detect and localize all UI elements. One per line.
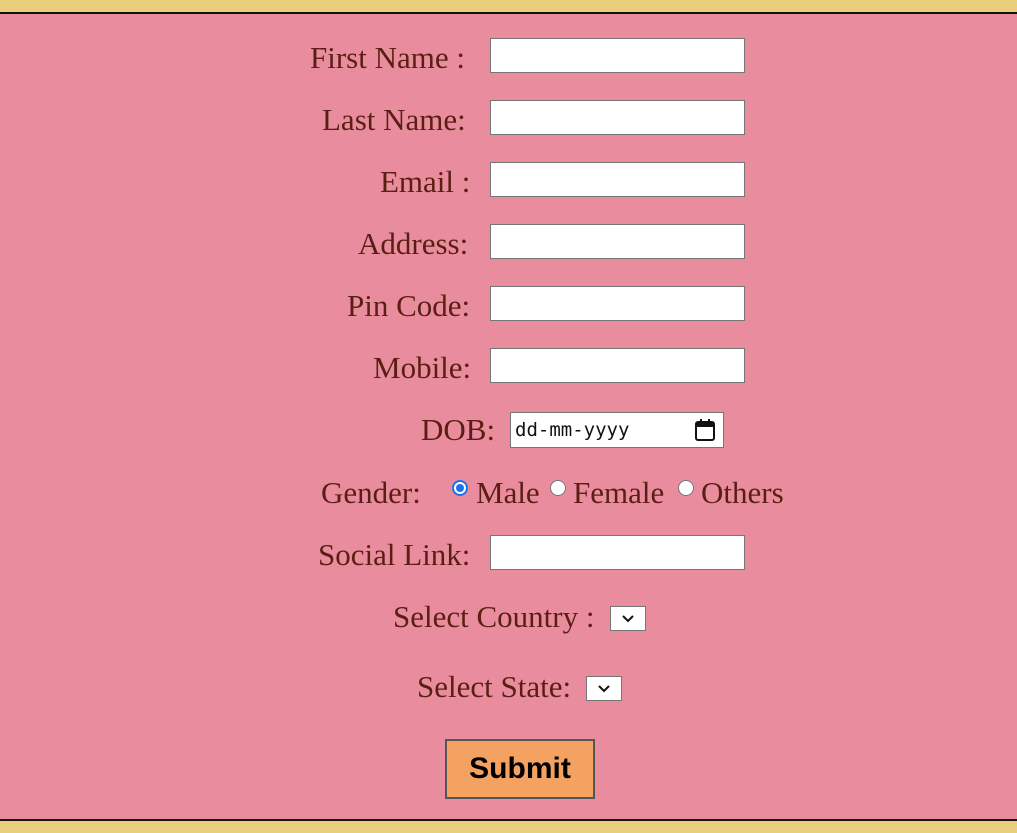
last-name-label: Last Name: [322,102,466,137]
chevron-down-icon [598,684,610,692]
social-link-input[interactable] [490,535,745,570]
gender-male-radio[interactable] [452,480,468,496]
registration-form: First Name : Last Name: Email : Address:… [0,12,1017,821]
country-select[interactable] [610,606,646,631]
country-label: Select Country : [393,599,595,634]
calendar-icon[interactable] [695,419,715,446]
state-label: Select State: [417,669,572,704]
state-select[interactable] [586,676,622,701]
pin-code-label: Pin Code: [347,288,471,323]
last-name-input[interactable] [490,100,745,135]
submit-button[interactable]: Submit [445,739,595,799]
dob-label: DOB: [421,412,496,447]
dob-date-input[interactable]: dd-mm-yyyy [510,412,724,448]
gender-others-label: Others [701,475,784,510]
first-name-label: First Name : [310,40,465,75]
dob-placeholder: dd-mm-yyyy [515,419,630,441]
email-input[interactable] [490,162,745,197]
mobile-input[interactable] [490,348,745,383]
gender-female-label: Female [573,475,665,510]
mobile-label: Mobile: [373,350,472,385]
chevron-down-icon [622,614,634,622]
gender-others-radio[interactable] [678,480,694,496]
pin-code-input[interactable] [490,286,745,321]
address-input[interactable] [490,224,745,259]
first-name-input[interactable] [490,38,745,73]
address-label: Address: [358,226,469,261]
email-label: Email : [380,164,471,199]
gender-male-label: Male [476,475,540,510]
gender-female-radio[interactable] [550,480,566,496]
gender-label: Gender: [321,475,421,510]
social-link-label: Social Link: [318,537,471,572]
